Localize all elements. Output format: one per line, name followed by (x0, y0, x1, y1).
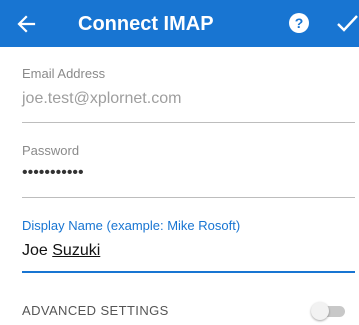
email-field[interactable]: joe.test@xplornet.com (22, 90, 181, 108)
display-name-first: Joe (22, 242, 53, 259)
toggle-thumb (311, 302, 329, 320)
email-field-group: Email Address joe.test@xplornet.com Pass… (22, 0, 355, 325)
display-name-underline (22, 271, 355, 273)
email-underline (22, 122, 355, 123)
password-field[interactable]: ••••••••••• (22, 164, 84, 182)
password-label: Password (22, 143, 80, 158)
display-name-last: Suzuki (52, 242, 101, 259)
advanced-settings-label: ADVANCED SETTINGS (22, 303, 169, 318)
display-name-label: Display Name (example: Mike Rosoft) (22, 218, 241, 233)
advanced-settings-toggle[interactable] (311, 302, 347, 320)
display-name-field[interactable]: Joe Suzuki (22, 242, 100, 260)
email-label: Email Address (22, 66, 106, 81)
password-underline (22, 197, 355, 198)
